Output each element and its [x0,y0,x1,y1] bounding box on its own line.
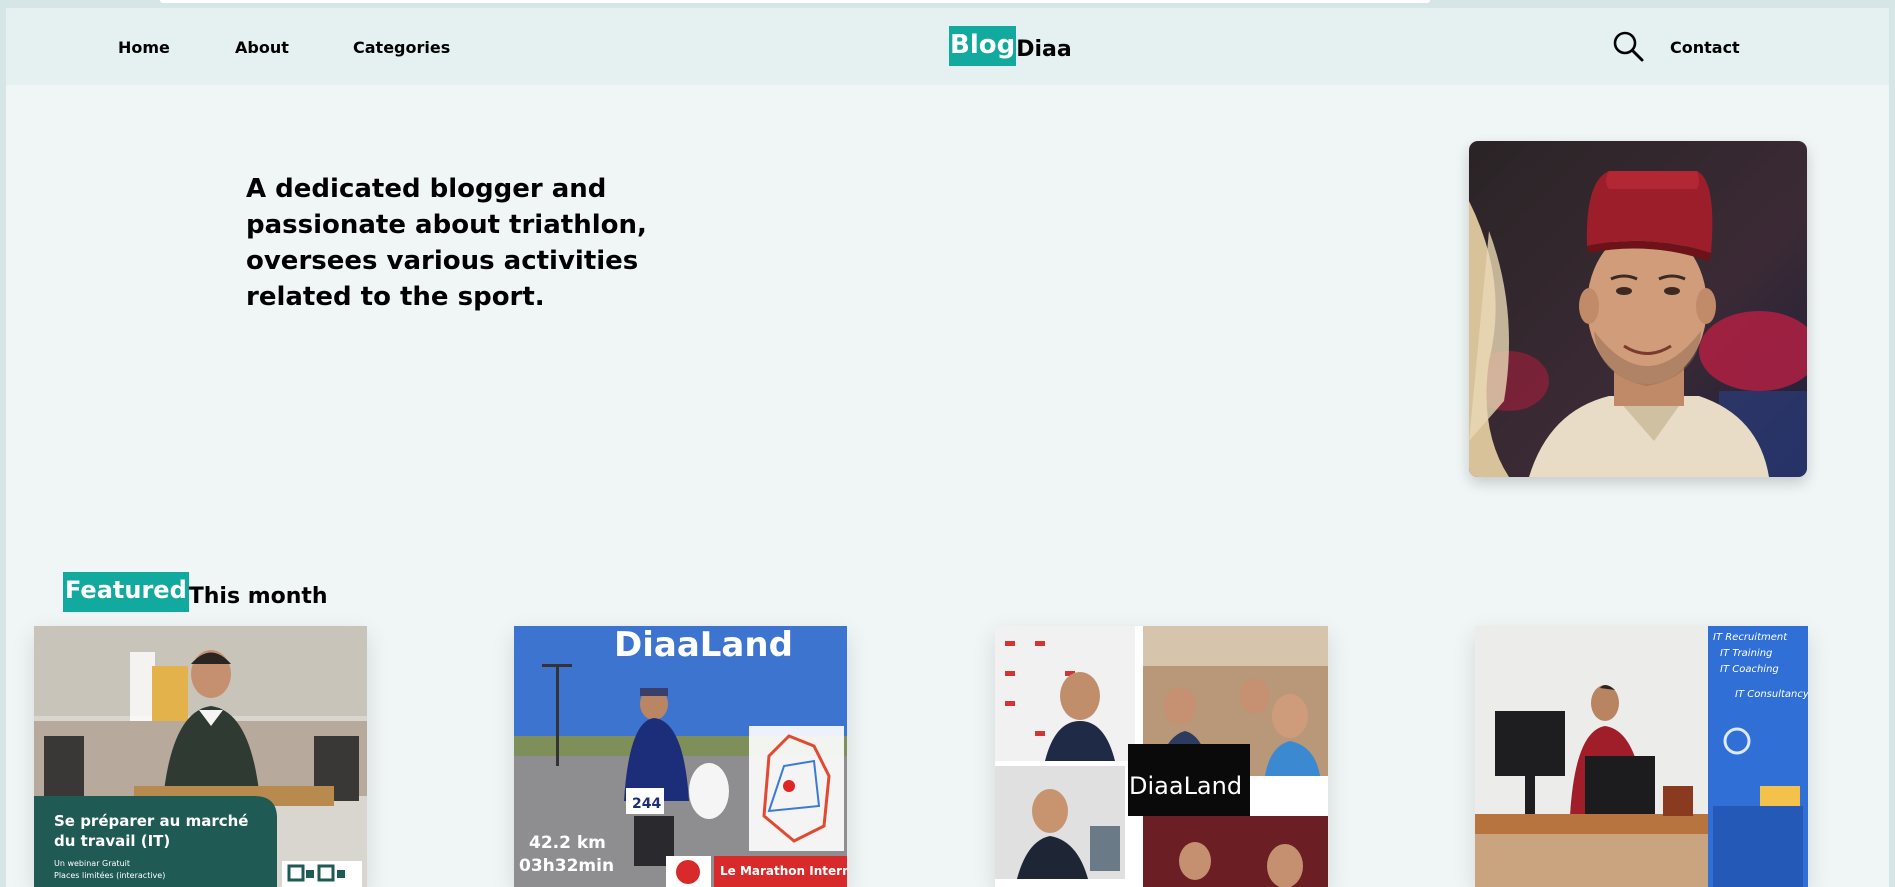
featured-tag: Featured [63,572,189,612]
nav-link-categories[interactable]: Categories [353,38,450,57]
map-pin-icon [783,780,795,792]
browser-top-strip [160,0,1430,3]
featured-card-it-services[interactable]: IT Recruitment IT Training IT Coaching I… [1475,626,1808,887]
featured-card-marathon[interactable]: DiaaLand 244 42.2 km 03h32min Le Maratho… [514,626,847,887]
service-it-coaching: IT Coaching [1720,664,1779,675]
featured-card-webinar[interactable]: Se préparer au marché du travail (IT) Un… [34,626,367,887]
service-it-training: IT Training [1720,648,1772,659]
card-marathon-bib: 244 [632,796,661,812]
site-logo[interactable]: Blog Diaa [949,26,1072,66]
featured-heading: Featured This month [63,572,328,612]
author-portrait-image [1469,141,1807,477]
top-navigation: Home About Categories Blog Diaa Contact [6,8,1889,85]
card-marathon-distance: 42.2 km [529,833,606,853]
card-marathon-brand: DiaaLand [614,626,793,665]
logo-blog-part: Blog [949,26,1017,66]
nav-link-contact[interactable]: Contact [1670,38,1740,57]
hero-description: A dedicated blogger and passionate about… [246,174,647,312]
featured-card-event-collage[interactable]: DiaaLand [995,626,1328,887]
card-webinar-title-line-2: du travail (IT) [54,832,170,850]
service-it-recruitment: IT Recruitment [1713,632,1788,643]
logo-diaa-part: Diaa [1016,37,1072,62]
card-webinar-line-2: Places limitées (interactive) [54,870,165,880]
card-collage-brand: DiaaLand [1129,772,1242,800]
nav-link-home[interactable]: Home [118,38,170,57]
card-webinar-title-line-1: Se préparer au marché [54,812,248,830]
featured-subtitle: This month [188,584,328,609]
nav-link-about[interactable]: About [235,38,289,57]
service-it-consultancy: IT Consultancy [1735,689,1808,700]
card-webinar-line-1: Un webinar Gratuit [54,859,130,868]
search-icon[interactable] [1611,29,1645,63]
page: Home About Categories Blog Diaa Contact … [6,8,1889,887]
card-marathon-event: Le Marathon International [720,864,847,878]
card-marathon-time: 03h32min [519,856,614,876]
